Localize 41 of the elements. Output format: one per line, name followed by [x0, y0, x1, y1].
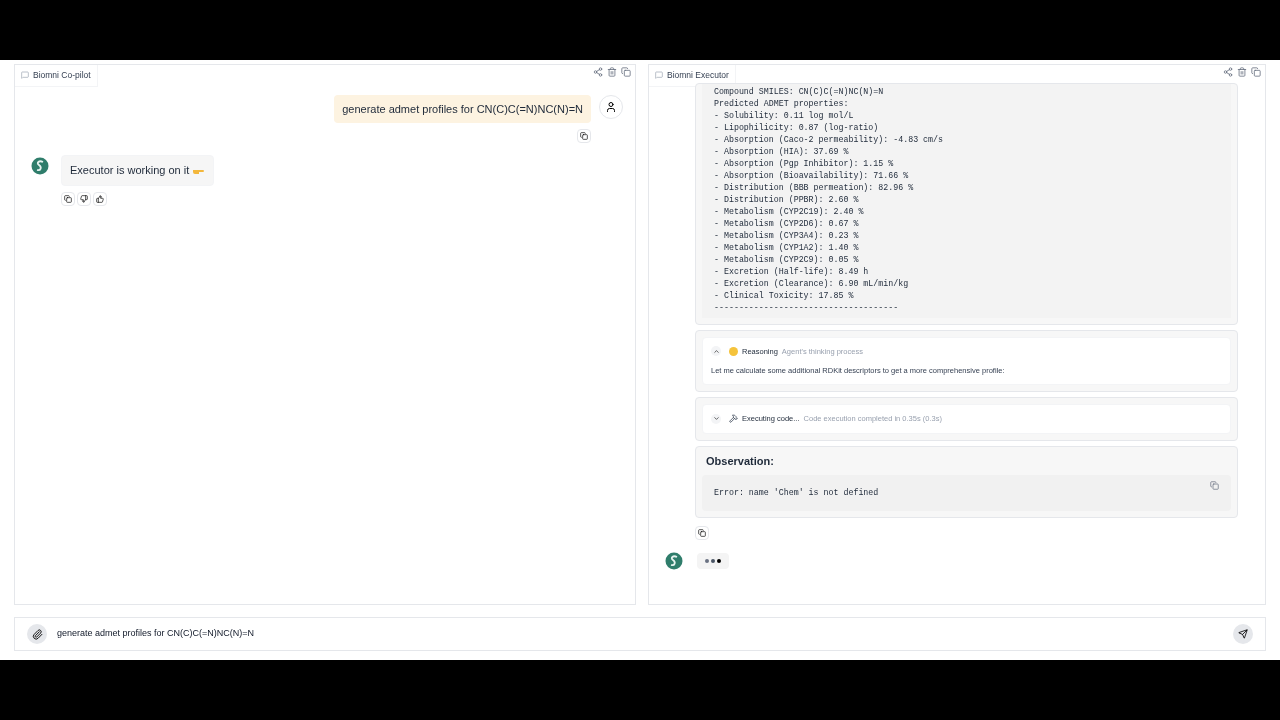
chevron-up-icon — [712, 347, 720, 355]
typing-indicator — [697, 553, 729, 570]
hammer-icon — [729, 414, 738, 424]
logo-icon — [31, 157, 49, 176]
message-text: Executor is working on it — [70, 163, 190, 179]
attach-button[interactable] — [27, 624, 47, 644]
panel-tab[interactable]: Biomni Executor — [649, 65, 736, 87]
thumbs-up-button[interactable] — [93, 191, 107, 206]
delete-icon[interactable] — [607, 67, 617, 77]
copy-icon[interactable] — [621, 67, 631, 77]
copy-icon — [64, 194, 72, 203]
send-button[interactable] — [1233, 624, 1253, 644]
message-composer[interactable]: generate admet profiles for CN(C)C(=N)NC(N)=N — [14, 617, 1266, 651]
copy-icon[interactable] — [1251, 67, 1261, 77]
paperclip-icon — [31, 628, 43, 640]
chevron-down-icon — [712, 415, 720, 423]
copy-icon[interactable] — [1210, 480, 1219, 490]
copy-icon — [580, 132, 588, 141]
observation-heading: Observation: — [705, 453, 775, 469]
delete-icon[interactable] — [1237, 67, 1247, 77]
chat-icon — [21, 71, 29, 80]
output-block: Compound SMILES: CN(C)C(=N)NC(N)=N Predicted ADMET properties: - Solubility: 0.11 log mol/L - Lipophilicity: 0.87 (log-ratio) - Absorption (Caco-2 permeability): -4.83 cm/s - Absorption (HIA): 37.69 % - Absorption (Pgp Inhibitor): 1.15 % - Absorption (Bioavailability): 71.66 % - Distribution (BBB permeation): 82.96 % - Distribution (PPBR): 2.60 % - Metabolism (CYP2C19): 2.40 % - Metabolism (CYP2D6): 0.67 % - Metabolism (CYP3A4): 0.23 % - Metabolism (CYP1A2): 1.40 % - Metabolism (CYP2C9): 0.05 % - Excretion (Half-life): 8.49 h - Excretion (Clearance): 6.90 mL/min/kg - Clinical Toxicity: 17.85 % ------------------------------------- — [702, 83, 1231, 318]
copy-button[interactable] — [61, 191, 75, 206]
copy-button[interactable] — [695, 526, 709, 541]
share-icon[interactable] — [593, 67, 603, 77]
thumbs-up-icon — [96, 194, 104, 203]
observation-output: Error: name 'Chem' is not defined — [714, 487, 879, 499]
thumbs-down-icon — [80, 194, 88, 203]
chat-icon — [655, 71, 663, 80]
user-icon — [605, 100, 617, 113]
message-input[interactable]: generate admet profiles for CN(C)C(=N)NC(N)=N — [57, 627, 1223, 641]
share-icon[interactable] — [1223, 67, 1233, 77]
copy-icon — [698, 529, 706, 538]
send-icon — [1238, 629, 1248, 639]
collapse-toggle[interactable] — [711, 413, 721, 424]
copy-button[interactable] — [577, 129, 591, 144]
collapse-toggle[interactable] — [711, 346, 721, 357]
user-message: generate admet profiles for CN(C)C(=N)NC(N)=N — [334, 94, 591, 124]
logo-icon — [665, 552, 683, 571]
thumbs-down-button[interactable] — [77, 191, 91, 206]
panel-tab[interactable]: Biomni Co-pilot — [15, 65, 98, 87]
